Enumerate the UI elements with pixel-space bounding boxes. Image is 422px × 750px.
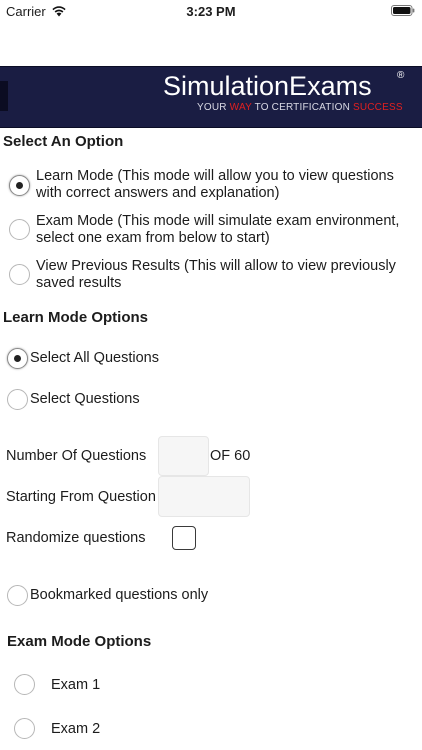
view-results-label: View Previous Results (This will allow t… <box>36 258 396 291</box>
tagline-part: WAY <box>229 102 252 113</box>
select-questions-label: Select Questions <box>30 391 140 407</box>
tagline-part: YOUR <box>197 102 230 113</box>
select-questions-radio[interactable] <box>7 389 28 410</box>
brand-tagline: YOUR WAY TO CERTIFICATION SUCCESS <box>197 102 403 113</box>
select-all-questions-label: Select All Questions <box>30 350 159 366</box>
view-results-radio[interactable] <box>9 264 30 285</box>
battery-icon <box>391 5 415 16</box>
brand-logo-text: SimulationExams <box>163 71 372 101</box>
exam-2-radio[interactable] <box>14 718 35 739</box>
exam-mode-radio[interactable] <box>9 219 30 240</box>
starting-question-input[interactable] <box>158 476 250 517</box>
exam-mode-options-heading: Exam Mode Options <box>7 633 152 650</box>
tagline-part: SUCCESS <box>352 102 403 113</box>
bookmarked-label: Bookmarked questions only <box>30 587 209 603</box>
starting-question-label: Starting From Question <box>6 489 156 505</box>
learn-mode-options-heading: Learn Mode Options <box>3 309 149 326</box>
learn-mode-radio[interactable] <box>9 175 30 196</box>
banner-edge <box>0 81 8 111</box>
randomize-checkbox[interactable] <box>172 526 196 550</box>
tagline-part: TO CERTIFICATION <box>251 102 353 113</box>
number-of-questions-input[interactable] <box>158 436 209 476</box>
exam-2-label: Exam 2 <box>51 721 101 737</box>
number-of-questions-label: Number Of Questions <box>6 448 147 464</box>
total-questions-label: OF 60 <box>210 448 251 464</box>
bookmarked-radio[interactable] <box>7 585 28 606</box>
status-bar: Carrier 3:23 PM <box>0 0 422 24</box>
exam-1-radio[interactable] <box>14 674 35 695</box>
brand-banner: SimulationExams ® YOUR WAY TO CERTIFICAT… <box>0 66 422 128</box>
randomize-label: Randomize questions <box>6 530 146 546</box>
select-all-questions-radio[interactable] <box>7 348 28 369</box>
learn-mode-label: Learn Mode (This mode will allow you to … <box>36 168 394 201</box>
clock-time: 3:23 PM <box>186 4 236 19</box>
registered-mark: ® <box>397 70 405 81</box>
exam-1-label: Exam 1 <box>51 677 101 693</box>
exam-mode-label: Exam Mode (This mode will simulate exam … <box>36 213 400 246</box>
select-option-heading: Select An Option <box>3 133 124 150</box>
